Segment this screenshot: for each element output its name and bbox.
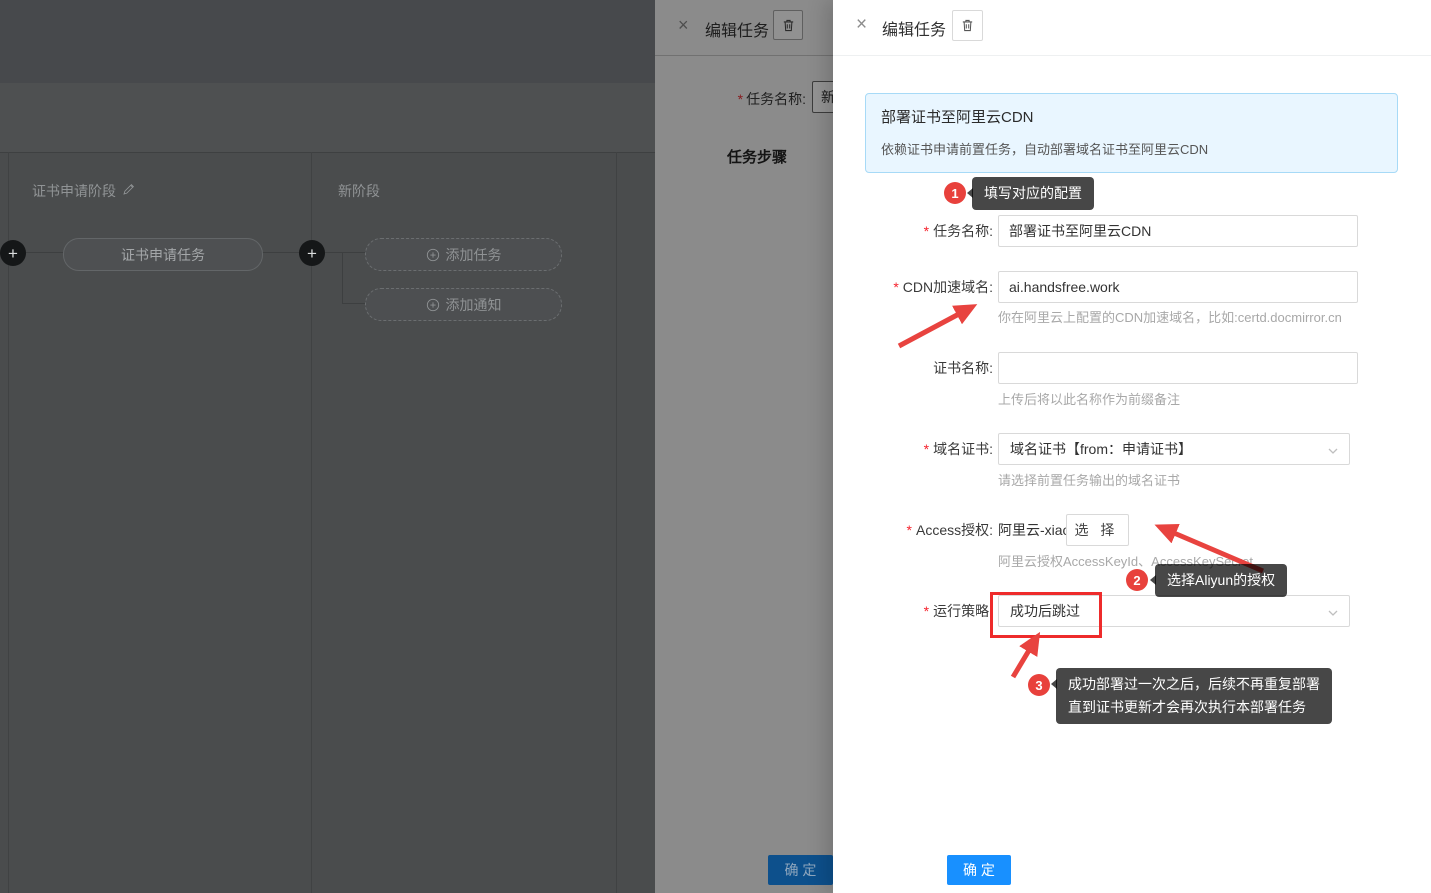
plus-icon: + (307, 245, 317, 262)
label-text: Access授权: (916, 522, 993, 538)
cert-name-hint: 上传后将以此名称作为前缀备注 (998, 389, 1180, 408)
task-node-cert-request: 证书申请任务 (63, 238, 263, 271)
label-text: 域名证书: (933, 441, 993, 457)
run-strategy-label: *运行策略: (833, 595, 993, 627)
select-value: 域名证书【from：申请证书】 (1010, 439, 1192, 459)
add-notification-button: 添加通知 (365, 288, 562, 321)
edit-pencil-icon (122, 183, 135, 199)
task-name-input (812, 81, 833, 113)
edit-task-drawer-background: × 编辑任务 *任务名称: 任务步骤 确 定 (655, 0, 833, 893)
close-icon: × (678, 17, 694, 33)
confirm-button: 确 定 (768, 855, 833, 885)
cdn-domain-input[interactable] (998, 271, 1358, 303)
plus-circle-icon (426, 248, 440, 262)
connector-line (26, 252, 63, 253)
edit-task-drawer: × 编辑任务 部署证书至阿里云CDN 依赖证书申请前置任务，自动部署域名证书至阿… (833, 0, 1431, 893)
connector-line (342, 303, 365, 304)
required-mark: * (738, 91, 743, 107)
plugin-info-title: 部署证书至阿里云CDN (881, 106, 1034, 127)
task-name-label: *任务名称: (833, 215, 993, 247)
label-text: 证书名称: (933, 360, 993, 376)
label-text: 任务名称: (746, 91, 806, 107)
connector-line (342, 252, 365, 253)
chevron-down-icon (1327, 606, 1339, 622)
delete-task-button (773, 10, 803, 40)
domain-cert-label: *域名证书: (833, 433, 993, 465)
label-text: 运行策略: (933, 603, 993, 619)
domain-cert-select[interactable]: 域名证书【from：申请证书】 (998, 433, 1350, 465)
task-steps-heading: 任务步骤 (727, 146, 787, 167)
drawer-title: 编辑任务 (705, 17, 769, 41)
cert-name-input[interactable] (998, 352, 1358, 384)
trash-icon (960, 18, 975, 33)
connector-line (342, 252, 343, 303)
close-icon[interactable]: × (856, 16, 874, 34)
access-select-button[interactable]: 选 择 (1066, 514, 1129, 546)
add-stage-button: + (0, 240, 26, 266)
stage-title-cert-request: 证书申请阶段 (32, 182, 135, 200)
run-strategy-select[interactable]: 成功后跳过 (998, 595, 1350, 627)
add-task-button: 添加任务 (365, 238, 562, 271)
domain-cert-hint: 请选择前置任务输出的域名证书 (998, 470, 1180, 489)
stage-title-label: 证书申请阶段 (32, 181, 116, 201)
delete-task-button[interactable] (952, 10, 983, 41)
required-mark: * (924, 441, 929, 457)
trash-icon (781, 18, 796, 33)
add-task-label: 添加任务 (446, 245, 502, 265)
pipeline-edit-screen: 证书申请阶段 新阶段 + + 证书申请任务 添加任务 添 (0, 0, 1431, 893)
stage-title-new-stage: 新阶段 (338, 182, 380, 200)
stage-title-label: 新阶段 (338, 181, 380, 201)
required-mark: * (893, 279, 898, 295)
access-label: *Access授权: (833, 514, 993, 546)
plugin-info-banner (865, 93, 1398, 173)
access-hint: 阿里云授权AccessKeyId、AccessKeySecret (998, 551, 1253, 570)
access-selected-value: 阿里云-xiao (998, 514, 1068, 546)
add-notification-label: 添加通知 (446, 295, 502, 315)
cert-name-label: 证书名称: (833, 352, 993, 384)
task-name-input[interactable] (998, 215, 1358, 247)
chevron-down-icon (1327, 444, 1339, 460)
plugin-info-description: 依赖证书申请前置任务，自动部署域名证书至阿里云CDN (881, 139, 1208, 158)
connector-line (261, 252, 299, 253)
connector-line (325, 252, 342, 253)
plus-icon: + (8, 245, 18, 262)
label-text: CDN加速域名: (903, 279, 993, 295)
cdn-domain-hint: 你在阿里云上配置的CDN加速域名，比如:certd.docmirror.cn (998, 307, 1342, 326)
select-value: 成功后跳过 (1010, 601, 1080, 621)
required-mark: * (907, 522, 912, 538)
task-node-label: 证书申请任务 (121, 245, 205, 265)
confirm-button[interactable]: 确 定 (947, 855, 1011, 885)
add-stage-button: + (299, 240, 325, 266)
required-mark: * (924, 603, 929, 619)
stage-column-divider (616, 152, 617, 893)
label-text: 任务名称: (933, 223, 993, 239)
task-name-label: *任务名称: (655, 89, 806, 109)
plus-circle-icon (426, 298, 440, 312)
required-mark: * (924, 223, 929, 239)
drawer-title: 编辑任务 (882, 16, 946, 40)
cdn-domain-label: * CDN加速域名: (833, 271, 993, 303)
